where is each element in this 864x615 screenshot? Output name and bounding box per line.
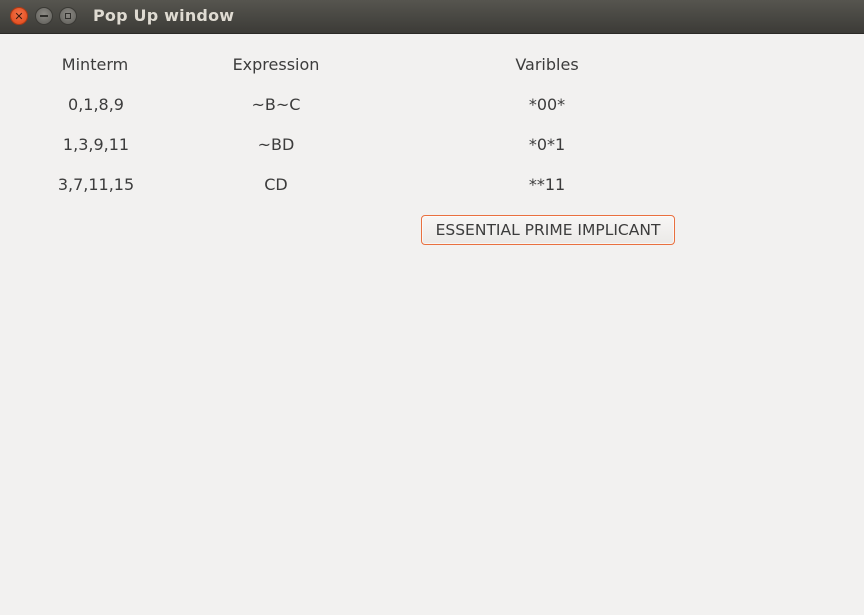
title-bar[interactable]: ✕ Pop Up window bbox=[0, 0, 864, 34]
essential-prime-implicant-button[interactable]: ESSENTIAL PRIME IMPLICANT bbox=[421, 215, 675, 245]
row-3-expression: CD bbox=[264, 175, 288, 194]
row-2-minterm: 1,3,9,11 bbox=[62, 135, 130, 154]
minimize-icon[interactable] bbox=[35, 7, 53, 25]
row-3-minterm: 3,7,11,15 bbox=[57, 175, 135, 194]
window-title: Pop Up window bbox=[93, 6, 235, 25]
row-2-variables: *0*1 bbox=[528, 135, 566, 154]
header-minterm: Minterm bbox=[61, 55, 129, 74]
row-3-variables: **11 bbox=[528, 175, 566, 194]
header-expression: Expression bbox=[232, 55, 320, 74]
row-2-expression: ~BD bbox=[257, 135, 295, 154]
row-1-variables: *00* bbox=[528, 95, 566, 114]
row-1-expression: ~B~C bbox=[251, 95, 301, 114]
header-variables: Varibles bbox=[515, 55, 579, 74]
maximize-icon[interactable] bbox=[59, 7, 77, 25]
close-icon[interactable]: ✕ bbox=[10, 7, 28, 25]
popup-window: ✕ Pop Up window Minterm Expression Varib… bbox=[0, 0, 864, 615]
row-1-minterm: 0,1,8,9 bbox=[68, 95, 124, 114]
